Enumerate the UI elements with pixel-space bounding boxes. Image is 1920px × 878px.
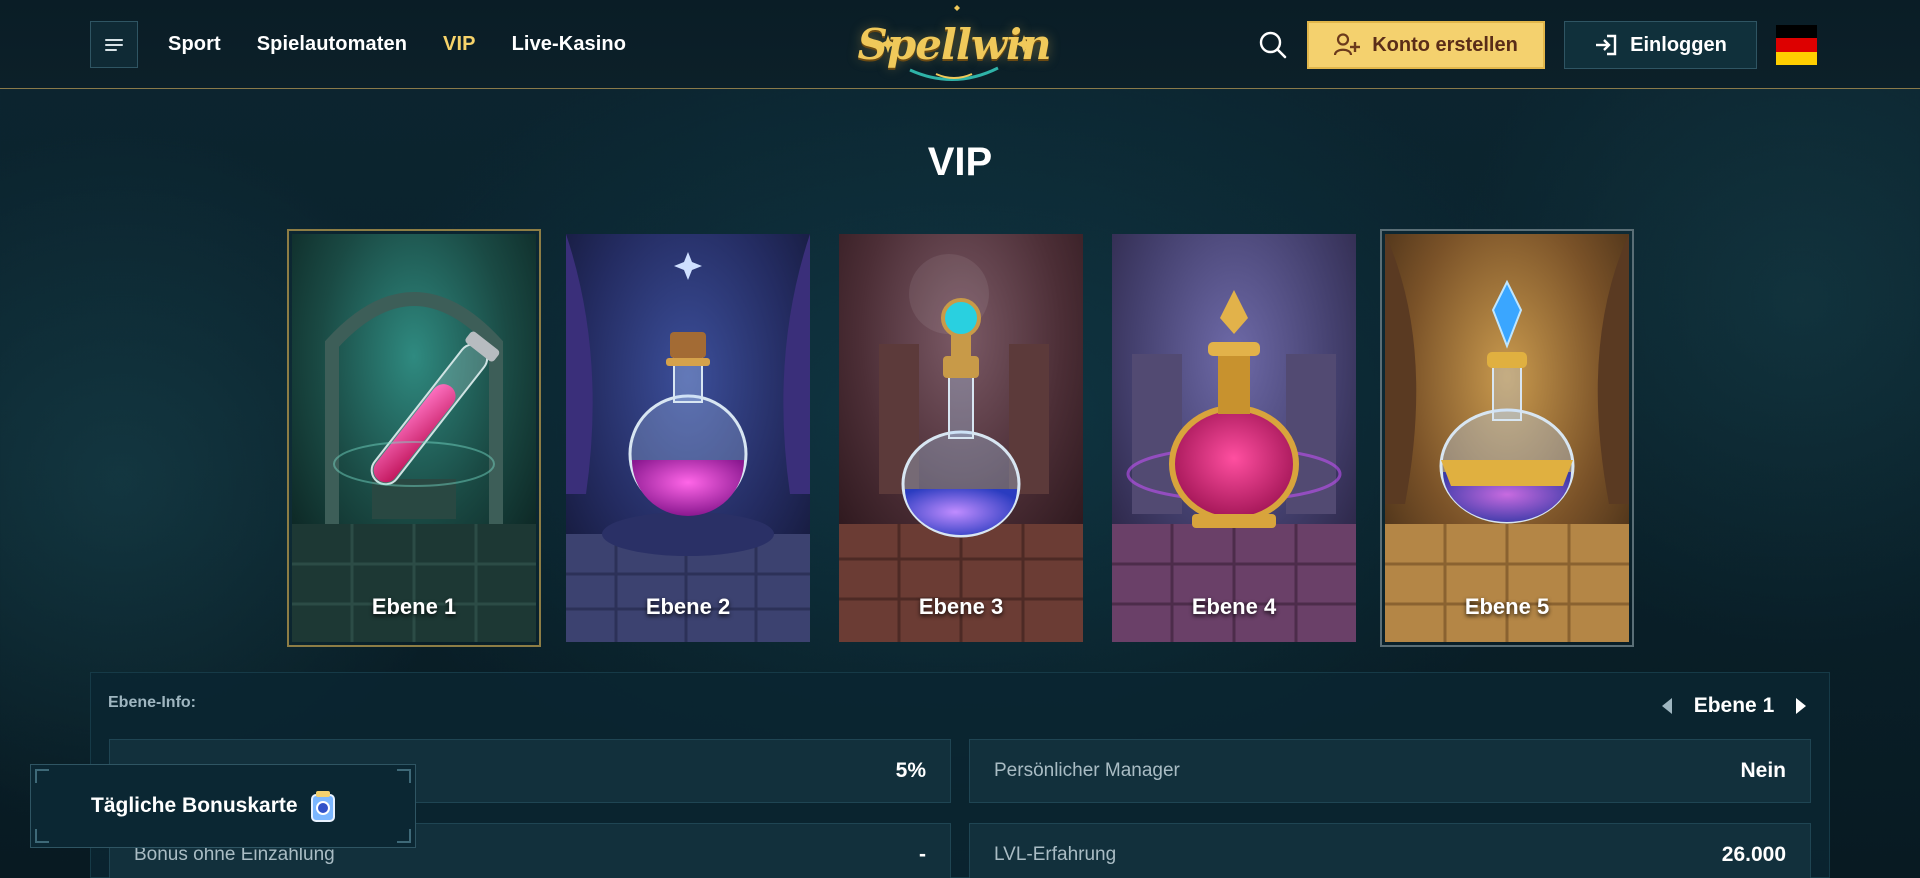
potion-orb-flask-icon [839, 234, 1083, 642]
current-level: Ebene 1 [1693, 694, 1775, 717]
search-button[interactable] [1258, 30, 1288, 60]
level-card-label: Ebene 3 [918, 594, 1004, 619]
logo[interactable]: Spellwin [858, 4, 1051, 84]
nav-item-spielautomaten[interactable]: Spielautomaten [257, 33, 407, 56]
level-card-1[interactable]: Ebene 1 [287, 229, 541, 647]
main-nav: Sport Spielautomaten VIP Live-Kasino [168, 0, 626, 89]
info-row-personal-manager: Persönlicher Manager Nein [969, 739, 1811, 803]
info-row-value: - [919, 843, 926, 866]
nav-item-sport[interactable]: Sport [168, 33, 221, 56]
info-row-lvl-experience: LVL-Erfahrung 26.000 [969, 823, 1811, 878]
add-user-icon [1334, 33, 1361, 56]
triangle-right-icon [1795, 698, 1806, 714]
potion-gold-flask-icon [1112, 234, 1356, 642]
hamburger-menu-icon [105, 38, 123, 51]
nav-item-vip[interactable]: VIP [443, 33, 476, 56]
login-label: Einloggen [1630, 33, 1727, 56]
login-button[interactable]: Einloggen [1564, 21, 1757, 69]
level-card-2[interactable]: Ebene 2 [566, 234, 810, 642]
search-icon [1259, 31, 1287, 59]
info-row-value: 5% [895, 759, 926, 782]
daily-bonus-card-button[interactable]: Tägliche Bonuskarte [30, 764, 416, 848]
info-row-key: Persönlicher Manager [994, 760, 1180, 781]
nav-item-live-kasino[interactable]: Live-Kasino [512, 33, 626, 56]
register-button[interactable]: Konto erstellen [1307, 21, 1545, 69]
info-row-value: Nein [1740, 759, 1786, 782]
potion-test-tube-icon [292, 234, 536, 642]
level-card-label: Ebene 4 [1191, 594, 1277, 619]
level-card-4[interactable]: Ebene 4 [1112, 234, 1356, 642]
level-switcher: Ebene 1 [1660, 692, 1808, 720]
potion-round-flask-icon [566, 234, 810, 642]
info-row-key: LVL-Erfahrung [994, 844, 1117, 865]
login-icon [1596, 34, 1617, 56]
triangle-left-icon [1662, 698, 1672, 714]
menu-button[interactable] [90, 21, 138, 68]
level-card-label: Ebene 5 [1464, 594, 1550, 619]
level-card-3[interactable]: Ebene 3 [839, 234, 1083, 642]
register-label: Konto erstellen [1372, 33, 1518, 56]
previous-level-button[interactable] [1660, 696, 1674, 716]
daily-bonus-label: Tägliche Bonuskarte [91, 794, 298, 817]
bonus-card-icon [310, 791, 335, 822]
level-card-label: Ebene 1 [371, 594, 457, 619]
page-title: VIP [927, 140, 993, 184]
top-header: Sport Spielautomaten VIP Live-Kasino Spe… [0, 0, 1920, 89]
potion-crystal-flask-icon [1385, 234, 1629, 642]
level-card-5[interactable]: Ebene 5 [1380, 229, 1634, 647]
germany-flag-icon[interactable] [1776, 25, 1817, 65]
logo-ornament-icon [880, 5, 1032, 81]
next-level-button[interactable] [1794, 696, 1808, 716]
level-card-label: Ebene 2 [645, 594, 731, 619]
info-row-value: 26.000 [1721, 843, 1786, 866]
level-info-label: Ebene-Info: [108, 694, 196, 711]
